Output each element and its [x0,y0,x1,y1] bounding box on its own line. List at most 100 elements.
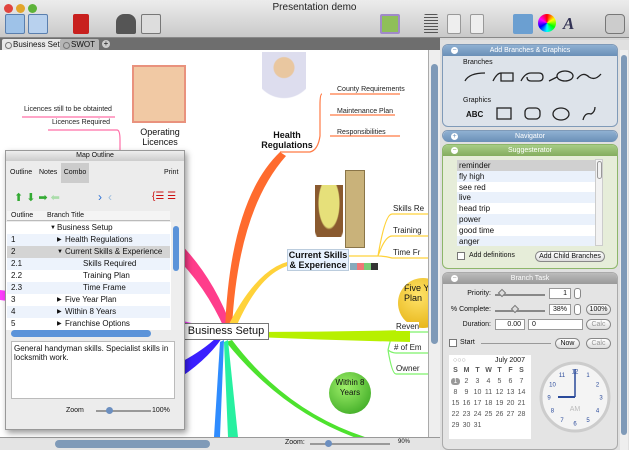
central-topic[interactable]: Business Setup [183,323,269,340]
insert-image-icon[interactable] [380,14,400,34]
topic-health-regulations[interactable]: Health Regulations [254,130,320,150]
add-definitions-checkbox[interactable] [457,252,465,260]
calendar-day[interactable]: 16 [462,400,471,407]
priority-field[interactable]: 1 [549,288,571,299]
suggestion-item[interactable]: see red [457,181,595,193]
map-view-icon[interactable] [5,14,25,34]
outline-row[interactable]: 2 ▼ Current Skills & Experience [7,246,170,258]
calendar-day[interactable]: 12 [495,389,504,396]
column-branch-title[interactable]: Branch Title [47,212,84,219]
tool-outline[interactable]: Outline [10,169,32,176]
clock[interactable]: 121234567891011 AM [539,361,611,433]
suggestion-item[interactable]: head trip [457,203,595,214]
start-checkbox[interactable] [449,339,457,347]
calendar-day[interactable]: 10 [473,389,482,396]
calendar-day[interactable]: 9 [462,389,471,396]
calendar-day[interactable]: 2 [462,378,471,385]
collapse-icons[interactable]: {☰ ☰ [152,191,176,202]
print-icon[interactable] [605,14,625,34]
calendar-day[interactable]: 21 [517,400,526,407]
scroll-thumb[interactable] [431,64,438,344]
topic-within-8-years[interactable]: Within 8 Years [329,372,371,414]
panel-scrollbar[interactable] [620,50,628,450]
calendar-day[interactable]: 4 [484,378,493,385]
add-branches-header[interactable]: − Add Branches & Graphics [443,45,617,56]
complete-100-button[interactable]: 100% [586,304,611,315]
disclosure-triangle[interactable]: ▶ [57,306,62,318]
duration-field[interactable]: 0.00 [495,319,525,330]
suggestion-item[interactable]: reminder [457,160,595,171]
outline-hscroll[interactable] [11,330,151,337]
tab-swot[interactable]: SWOT [60,39,99,50]
outline-vscroll[interactable] [171,222,181,330]
calendar-day[interactable]: 23 [462,411,471,418]
outline-row[interactable]: ▼ Business Setup [7,222,170,234]
calendar-day[interactable]: 18 [484,400,493,407]
topic-current-skills[interactable]: Current Skills & Experience [287,249,349,271]
outline-row[interactable]: 2.1 Skills Required [7,258,170,270]
calendar-controls[interactable]: ○○○ [453,357,466,364]
notes-editor[interactable]: General handyman skills. Specialist skil… [11,341,175,399]
suggestion-item[interactable]: live [457,192,595,204]
calendar-day[interactable]: 31 [473,422,482,429]
calendar-day[interactable]: 7 [517,378,526,385]
complete-slider[interactable] [495,304,545,314]
resources-icon[interactable] [141,14,161,34]
outline-row[interactable]: 4 ▶ Within 8 Years [7,306,170,318]
outline-row[interactable]: 5 ▶ Franchise Options [7,318,170,330]
suggestion-item[interactable]: anger [457,235,595,247]
disclosure-triangle[interactable]: ▼ [57,246,63,258]
priority-slider[interactable] [495,288,545,298]
outline-row[interactable]: 1 ▶ Health Regulations [7,234,170,246]
calendar-day[interactable]: 27 [506,411,515,418]
calendar-day[interactable]: 25 [484,411,493,418]
tool-notes[interactable]: Notes [39,169,57,176]
suggestion-scrollbar[interactable] [595,159,603,246]
indent-icons[interactable]: ›‹ [98,190,118,204]
branch-styles[interactable] [463,69,603,83]
leaf-employees[interactable]: # of Em [394,343,422,352]
calendar-day[interactable]: 24 [473,411,482,418]
calendar-day[interactable]: 15 [451,400,460,407]
navigator-header[interactable]: + Navigator [443,131,617,142]
info-icon[interactable] [447,14,461,34]
leaf-maintenance[interactable]: Maintenance Plan [337,108,393,115]
media-icon[interactable] [513,14,533,34]
colors-icon[interactable] [538,14,556,32]
calendar-day[interactable]: 5 [495,378,504,385]
leaf-county[interactable]: County Requirements [337,86,405,93]
start-calc-button[interactable]: Calc [586,338,611,349]
suggestion-item[interactable]: power [457,214,595,225]
suggestion-item[interactable]: good time [457,224,595,236]
tool-combo[interactable]: Combo [61,163,89,183]
doctor-image[interactable] [262,52,306,130]
calendar-day[interactable]: 14 [517,389,526,396]
leaf-revenue[interactable]: Reven [396,322,420,331]
outline-zoom-slider[interactable] [96,407,151,414]
calendar-day[interactable]: 29 [451,422,460,429]
outline-row[interactable]: 3 ▶ Five Year Plan [7,294,170,306]
calendar-day[interactable]: 11 [484,389,493,396]
calendar-day[interactable]: 28 [517,411,526,418]
leaf-licences-required[interactable]: Licences Required [52,119,110,126]
fonts-icon[interactable]: A [563,14,583,34]
leaf-licences-obtain[interactable]: Licences still to be obtainted [24,106,112,113]
contacts-icon[interactable] [116,14,136,34]
vertical-scrollbar[interactable] [428,50,440,437]
calendar-day[interactable]: 3 [473,378,482,385]
topic-operating-licences[interactable]: Operating Licences [130,127,190,147]
graphics-shapes[interactable] [495,106,605,122]
complete-field[interactable]: 38% [549,304,571,315]
outline-row[interactable]: 2.2 Training Plan [7,270,170,282]
calendar-day[interactable]: 6 [506,378,515,385]
now-button[interactable]: Now [555,338,580,349]
notes-icon[interactable] [470,14,484,34]
disclosure-triangle[interactable]: ▶ [57,294,62,306]
horizontal-scroll-thumb[interactable] [55,440,210,448]
complete-stepper[interactable] [574,304,581,315]
outline-row[interactable]: 2.3 Time Frame [7,282,170,294]
leaf-time-frame[interactable]: Time Fr [393,248,421,257]
calendar-day[interactable]: 13 [506,389,515,396]
disclosure-triangle[interactable]: ▶ [57,318,62,330]
calendar-day[interactable]: 20 [506,400,515,407]
